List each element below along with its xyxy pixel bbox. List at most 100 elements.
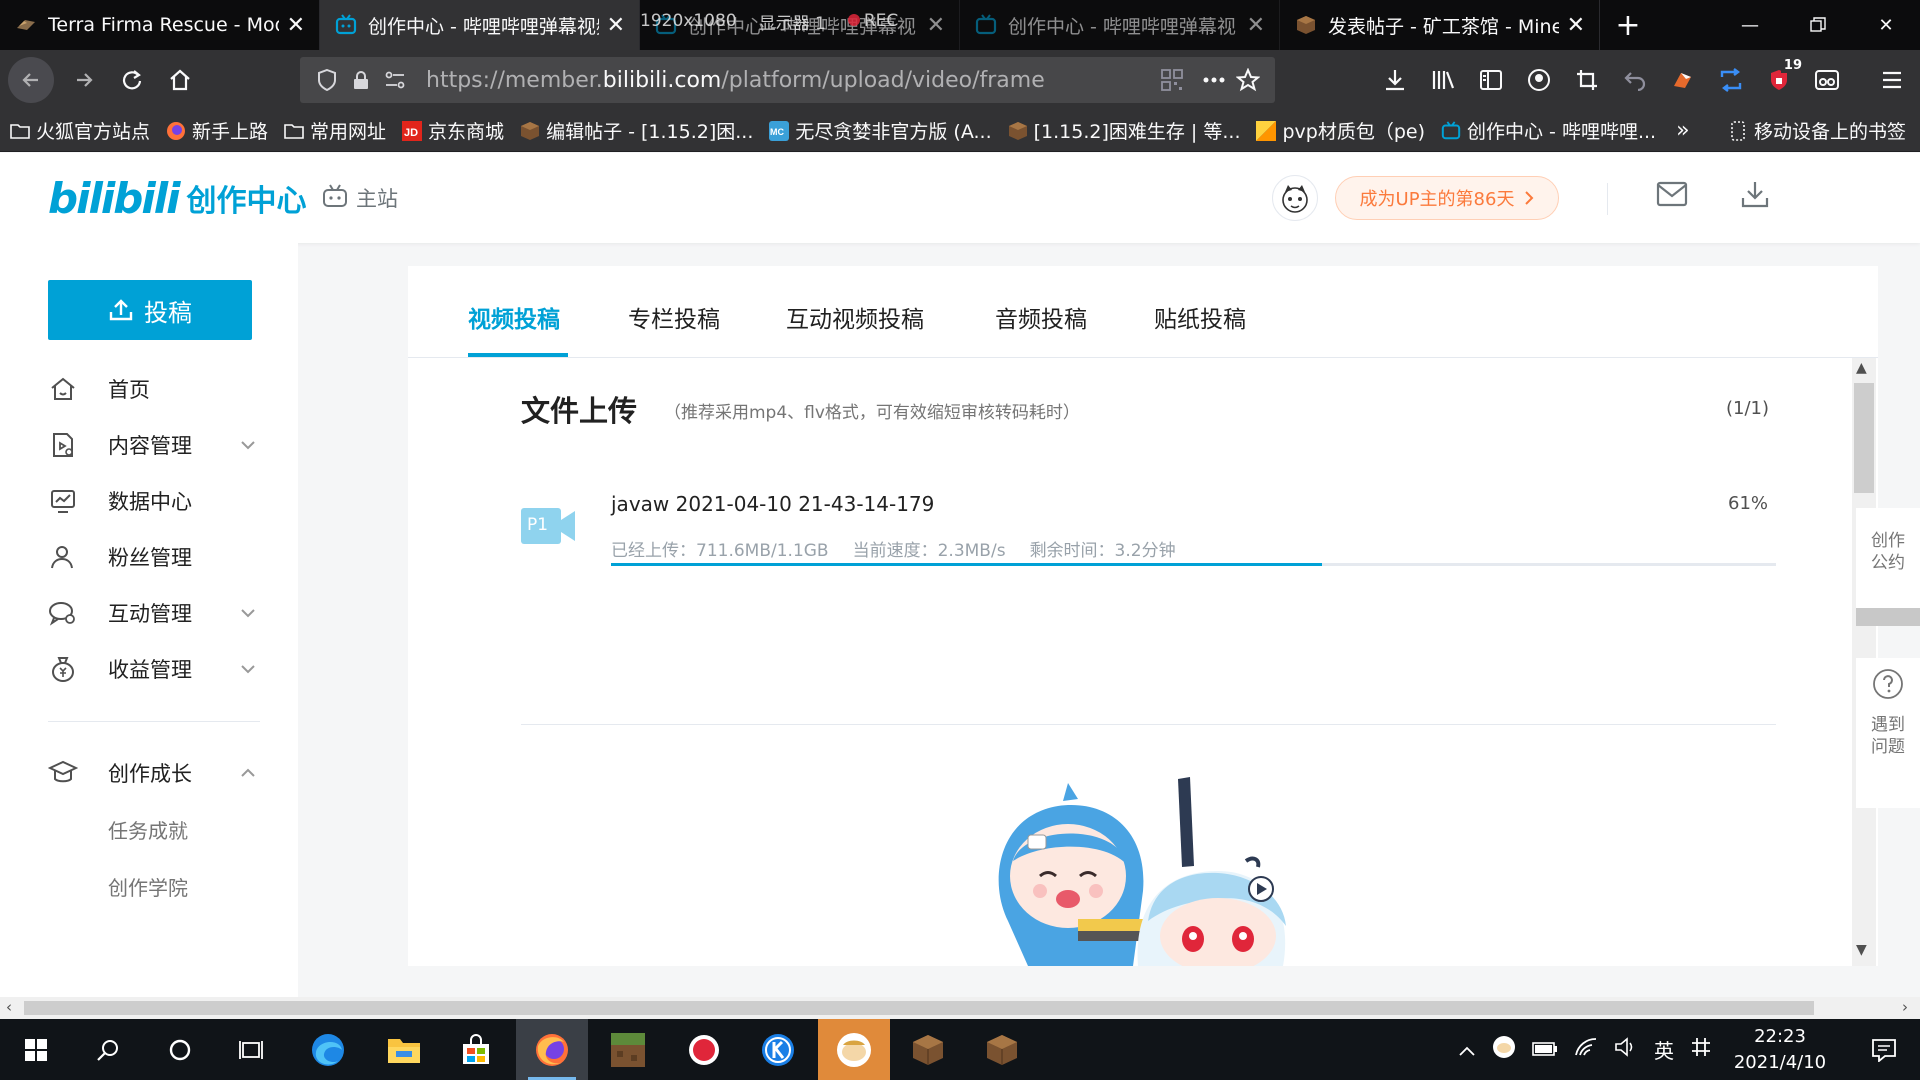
cortana-icon[interactable] — [144, 1019, 216, 1080]
close-tab-icon[interactable]: ✕ — [287, 13, 305, 38]
close-window-button[interactable]: ✕ — [1852, 0, 1920, 50]
close-tab-icon[interactable]: ✕ — [1567, 13, 1585, 38]
browser-tab[interactable]: 创作中心 - 哔哩哔哩弹幕视 ✕ — [960, 0, 1280, 50]
sidebar-item-data[interactable]: 数据中心 — [0, 473, 298, 529]
bookmark-item[interactable]: 创作中心 - 哔哩哔哩... — [1441, 117, 1656, 144]
address-bar[interactable]: https://member.bilibili.com/platform/upl… — [300, 57, 1275, 103]
tray-app-icon[interactable] — [1492, 1035, 1516, 1064]
sidebar-item-growth[interactable]: 创作成长 — [0, 745, 298, 801]
more-bookmarks-icon[interactable]: » — [1676, 118, 1689, 143]
hamburger-menu-icon[interactable] — [1872, 60, 1912, 100]
bookmark-item[interactable]: 新手上路 — [166, 117, 268, 144]
upload-button[interactable]: 投稿 — [48, 280, 252, 340]
wifi-icon[interactable] — [1574, 1037, 1598, 1062]
bookmark-item[interactable]: 编辑帖子 - [1.15.2]困... — [520, 117, 753, 144]
sidebar-item-interaction[interactable]: 互动管理 — [0, 585, 298, 641]
mail-icon[interactable] — [1656, 181, 1688, 211]
browser-tab[interactable]: 发表帖子 - 矿工茶馆 - Minec ✕ — [1280, 0, 1600, 50]
tab-sticker[interactable]: 贴纸投稿 — [1154, 300, 1246, 334]
restore-button[interactable] — [1784, 0, 1852, 50]
bilibili-logo[interactable]: bilibili 创作中心 — [48, 174, 307, 223]
volume-icon[interactable] — [1614, 1037, 1638, 1062]
ms-store-icon[interactable] — [440, 1019, 512, 1080]
scrollbar-thumb[interactable] — [1854, 383, 1874, 493]
tracking-shield-icon[interactable] — [310, 63, 344, 97]
reload-button[interactable] — [108, 56, 156, 104]
search-icon[interactable] — [72, 1019, 144, 1080]
reader-glasses-icon[interactable] — [1807, 60, 1847, 100]
sidebar-item-home[interactable]: 首页 — [0, 361, 298, 417]
bookmark-item[interactable]: JD 京东商城 — [402, 117, 504, 144]
firefox-taskbar-icon[interactable] — [516, 1019, 588, 1080]
bookmark-item[interactable]: 常用网址 — [284, 117, 386, 144]
tab-article[interactable]: 专栏投稿 — [628, 300, 720, 334]
scroll-left-icon[interactable]: ‹ — [6, 998, 12, 1016]
home-button[interactable] — [156, 56, 204, 104]
edge-browser-icon[interactable] — [292, 1019, 364, 1080]
sidebar-item-income[interactable]: 收益管理 — [0, 641, 298, 697]
notification-center-icon[interactable] — [1848, 1019, 1920, 1080]
sidebar-item-fans[interactable]: 粉丝管理 — [0, 529, 298, 585]
mobile-bookmarks[interactable]: 移动设备上的书签 — [1728, 117, 1906, 144]
minecraft-block-icon[interactable] — [966, 1019, 1038, 1080]
tab-audio[interactable]: 音频投稿 — [995, 300, 1087, 334]
screen-recorder-icon[interactable] — [668, 1019, 740, 1080]
horizontal-scrollbar-thumb[interactable] — [24, 1001, 1814, 1015]
bookmark-item[interactable]: 火狐官方站点 — [10, 117, 150, 144]
back-button[interactable] — [8, 57, 54, 103]
bookmark-star-icon[interactable] — [1231, 63, 1265, 97]
scroll-right-icon[interactable]: › — [1902, 998, 1908, 1016]
close-tab-icon[interactable]: ✕ — [607, 13, 625, 38]
up-days-badge[interactable]: 成为UP主的第86天 — [1335, 176, 1559, 220]
sync-icon[interactable] — [1711, 60, 1751, 100]
download-client-icon[interactable] — [1740, 179, 1770, 213]
ime-grid-icon[interactable] — [1690, 1036, 1712, 1063]
tab-video[interactable]: 视频投稿 — [468, 300, 560, 334]
bookmark-item[interactable]: [1.15.2]困难生存 | 等... — [1008, 117, 1240, 144]
sidebar-item-content[interactable]: 内容管理 — [0, 417, 298, 473]
main-site-link[interactable]: 主站 — [322, 183, 398, 213]
library-icon[interactable] — [1423, 60, 1463, 100]
close-tab-icon[interactable]: ✕ — [927, 13, 945, 38]
convention-link[interactable]: 创作公约 — [1856, 508, 1920, 618]
taskbar-clock[interactable]: 22:23 2021/4/10 — [1720, 1024, 1840, 1076]
browser-tab[interactable]: Terra Firma Rescue - Modp ✕ — [0, 0, 320, 50]
page-actions-icon[interactable] — [1197, 63, 1231, 97]
adblock-addon-icon[interactable]: 19 — [1759, 58, 1805, 100]
file-explorer-icon[interactable] — [368, 1019, 440, 1080]
app-avatar-icon[interactable] — [818, 1019, 890, 1080]
kugou-icon[interactable] — [742, 1019, 814, 1080]
account-icon[interactable] — [1519, 60, 1559, 100]
help-link[interactable]: 遇到问题 — [1856, 658, 1920, 808]
task-view-icon[interactable] — [216, 1019, 288, 1080]
close-tab-icon[interactable]: ✕ — [1247, 13, 1265, 38]
minimize-button[interactable]: — — [1716, 0, 1784, 50]
undo-icon[interactable] — [1615, 60, 1655, 100]
tab-interactive-video[interactable]: 互动视频投稿 — [786, 300, 924, 334]
bookmark-item[interactable]: pvp材质包（pe) — [1256, 117, 1425, 144]
minecraft-taskbar-icon[interactable] — [592, 1019, 664, 1080]
sidebar-subitem-achievements[interactable]: 任务成就 — [108, 815, 188, 844]
browser-tab-active[interactable]: 创作中心 - 哔哩哔哩弹幕视频 ✕ — [320, 0, 640, 50]
sidebar-subitem-academy[interactable]: 创作学院 — [108, 872, 188, 901]
minecraft-block-icon[interactable] — [892, 1019, 964, 1080]
scroll-down-icon[interactable]: ▼ — [1856, 942, 1867, 958]
download-icon[interactable] — [1375, 60, 1415, 100]
horizontal-scrollbar[interactable]: ‹ › — [0, 997, 1920, 1019]
avatar[interactable] — [1272, 175, 1318, 221]
lock-icon[interactable] — [344, 63, 378, 97]
input-method-indicator[interactable]: 英 — [1654, 1035, 1674, 1064]
scroll-up-icon[interactable]: ▲ — [1856, 360, 1867, 376]
addon-fox-icon[interactable] — [1663, 60, 1703, 100]
sidebar-icon[interactable] — [1471, 60, 1511, 100]
screenshot-crop-icon[interactable] — [1567, 60, 1607, 100]
battery-icon[interactable] — [1532, 1038, 1558, 1062]
url-text[interactable]: https://member.bilibili.com/platform/upl… — [426, 68, 1155, 93]
windows-start-icon[interactable] — [0, 1019, 72, 1080]
bookmark-item[interactable]: MC 无尽贪婪非官方版 (A... — [769, 117, 992, 144]
tray-expand-icon[interactable] — [1458, 1038, 1476, 1062]
new-tab-button[interactable]: + — [1600, 0, 1656, 50]
permissions-icon[interactable] — [378, 63, 412, 97]
qr-code-icon[interactable] — [1155, 63, 1189, 97]
forward-button[interactable] — [60, 56, 108, 104]
